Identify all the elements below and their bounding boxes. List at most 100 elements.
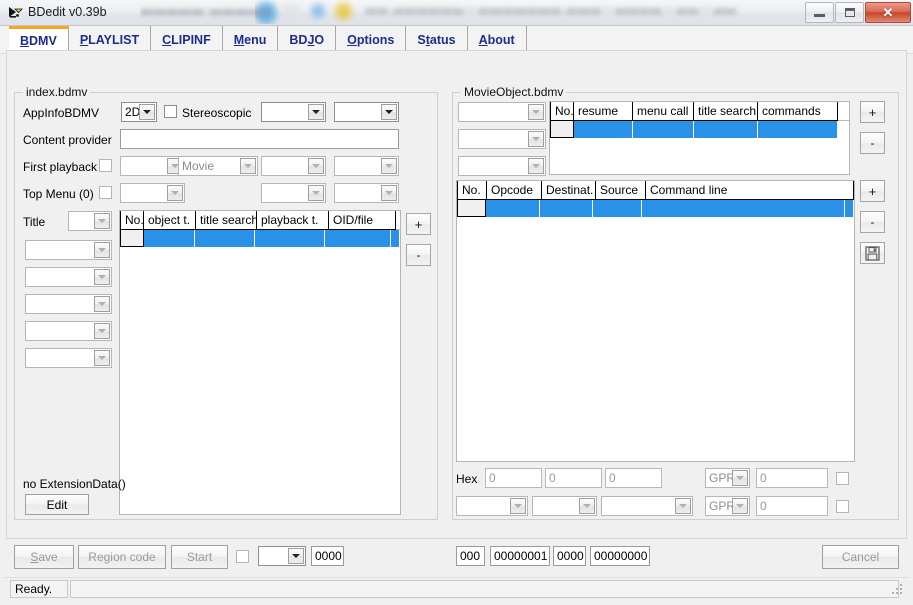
- top-menu-checkbox[interactable]: [99, 186, 112, 199]
- region-code-button[interactable]: Region code: [78, 545, 166, 569]
- movie-group-title: MovieObject.bdmv: [461, 85, 567, 99]
- movie-objects-add-button[interactable]: +: [860, 101, 885, 123]
- commands-save-button[interactable]: [860, 242, 885, 264]
- gpr-combo-row2[interactable]: GPR: [705, 496, 750, 516]
- hex-field-2[interactable]: 0: [605, 468, 662, 488]
- gpr-checkbox-row2[interactable]: [836, 500, 849, 513]
- movie-combo-1[interactable]: [458, 102, 546, 122]
- chevron-down-icon: [675, 498, 691, 514]
- index-remove-button[interactable]: -: [406, 244, 431, 266]
- title-stack-combo-0[interactable]: [25, 240, 112, 260]
- edit-button[interactable]: Edit: [25, 494, 89, 515]
- table-row[interactable]: [120, 230, 400, 247]
- movie-objects-remove-button[interactable]: -: [860, 132, 885, 154]
- cell-no: [457, 200, 487, 217]
- appinfo-combo-3[interactable]: [334, 102, 399, 122]
- hex-combo-row2-2[interactable]: [601, 496, 693, 516]
- chevron-down-icon: [732, 498, 748, 514]
- field-00000001[interactable]: 00000001: [490, 546, 550, 566]
- column-header-oid-file: OID/file: [329, 211, 396, 230]
- start-button[interactable]: Start: [171, 545, 228, 569]
- maximize-icon: [844, 8, 855, 17]
- gpr-value-row2[interactable]: 0: [756, 496, 828, 516]
- titlebar-blurred-background: ▬▬ ▬▬▬▬▬▬ ▪ ▬▬▬▬▬▬▬ ▬▬▬ ▪ ▬▬▬▬ ▪ ▬▬ ▪ ▬▬: [255, 0, 855, 24]
- chevron-down-icon: [94, 269, 110, 285]
- cell-opcode: [486, 200, 541, 217]
- hex-field-1[interactable]: 0: [545, 468, 602, 488]
- first-playback-checkbox[interactable]: [99, 159, 112, 172]
- movie-objects-table[interactable]: No. resume menu call title search comman…: [549, 101, 850, 175]
- commands-add-button[interactable]: +: [860, 180, 885, 202]
- title-stack-combo-3[interactable]: [25, 321, 112, 341]
- tab-status[interactable]: Status: [406, 26, 468, 53]
- tab-clipinf[interactable]: CLIPINF: [151, 26, 223, 53]
- table-row[interactable]: [457, 200, 854, 217]
- field-0000-b[interactable]: 0000: [553, 546, 586, 566]
- title-combo[interactable]: [68, 211, 112, 231]
- first-playback-combo-2[interactable]: Movie: [178, 156, 258, 176]
- status-detail-cell: [70, 580, 899, 598]
- gpr-combo-row1[interactable]: GPR: [705, 468, 750, 488]
- window-controls: ✕: [804, 2, 911, 23]
- title-stack-combo-2[interactable]: [25, 294, 112, 314]
- commands-table[interactable]: No. Opcode Destinat. Source Command line: [456, 180, 855, 462]
- appinfo-combo-2[interactable]: [261, 102, 326, 122]
- field-0000[interactable]: 0000: [311, 546, 344, 566]
- tab-playlist[interactable]: PLAYLIST: [69, 26, 152, 53]
- hex-field-0[interactable]: 0: [485, 468, 542, 488]
- chevron-down-icon: [308, 104, 324, 120]
- cell-commands: [758, 121, 838, 138]
- column-header-playback-t: playback t.: [257, 211, 329, 230]
- appinfo-mode-combo[interactable]: 2D: [121, 102, 157, 122]
- tab-bdmv[interactable]: BDMV: [9, 26, 69, 54]
- title-stack-combo-4[interactable]: [25, 348, 112, 368]
- tab-options[interactable]: Options: [336, 26, 407, 53]
- bottom-combo[interactable]: [258, 546, 306, 566]
- column-header-title-search: title search: [196, 211, 257, 230]
- top-menu-combo-3[interactable]: [334, 183, 399, 203]
- index-group-title: index.bdmv: [23, 85, 91, 99]
- chevron-down-icon: [732, 470, 748, 486]
- hex-label: Hex: [456, 472, 478, 486]
- gpr-value-row1[interactable]: 0: [756, 468, 828, 488]
- hex-combo-row2-0[interactable]: [456, 496, 528, 516]
- table-row[interactable]: [550, 121, 849, 138]
- chevron-down-icon: [167, 185, 183, 201]
- movie-combo-2[interactable]: [458, 129, 546, 149]
- cell-overflow: [391, 230, 400, 247]
- bottom-checkbox[interactable]: [236, 550, 249, 563]
- field-00000000[interactable]: 00000000: [590, 546, 650, 566]
- title-stack-combo-1[interactable]: [25, 267, 112, 287]
- tab-about[interactable]: About: [468, 26, 527, 53]
- top-menu-combo-2[interactable]: [261, 183, 326, 203]
- commands-remove-button[interactable]: -: [860, 211, 885, 233]
- chevron-down-icon: [94, 213, 110, 229]
- movie-combo-3[interactable]: [458, 156, 546, 176]
- index-titles-table[interactable]: No. object t. title search playback t. O…: [119, 210, 401, 515]
- content-provider-input[interactable]: [120, 129, 399, 149]
- save-button[interactable]: Save: [14, 545, 74, 569]
- tab-bdjo[interactable]: BDJO: [278, 26, 337, 53]
- index-add-button[interactable]: +: [406, 213, 431, 235]
- bottom-action-bar: pel.hu Save Region code Start 0000 000 0…: [0, 539, 913, 577]
- hex-combo-row2-1[interactable]: [532, 496, 597, 516]
- field-000[interactable]: 000: [456, 546, 485, 566]
- cell-no: [120, 230, 144, 247]
- close-button[interactable]: ✕: [865, 2, 911, 23]
- index-table-header: No. object t. title search playback t. O…: [120, 211, 400, 230]
- tab-menu[interactable]: Menu: [223, 26, 279, 53]
- minimize-button[interactable]: [805, 2, 834, 23]
- chevron-down-icon: [381, 185, 397, 201]
- first-playback-combo-1[interactable]: [120, 156, 185, 176]
- first-playback-combo-4[interactable]: [334, 156, 399, 176]
- column-header-title-search: title search: [694, 102, 758, 121]
- stereoscopic-checkbox[interactable]: [164, 105, 177, 118]
- column-header-destinat: Destinat.: [542, 181, 596, 200]
- resize-grip-icon[interactable]: [891, 583, 903, 595]
- first-playback-combo-3[interactable]: [261, 156, 326, 176]
- cancel-button[interactable]: Cancel: [822, 545, 899, 569]
- gpr-checkbox-row1[interactable]: [836, 472, 849, 485]
- maximize-button[interactable]: [835, 2, 864, 23]
- title-label: Title: [23, 215, 46, 229]
- top-menu-combo-1[interactable]: [120, 183, 185, 203]
